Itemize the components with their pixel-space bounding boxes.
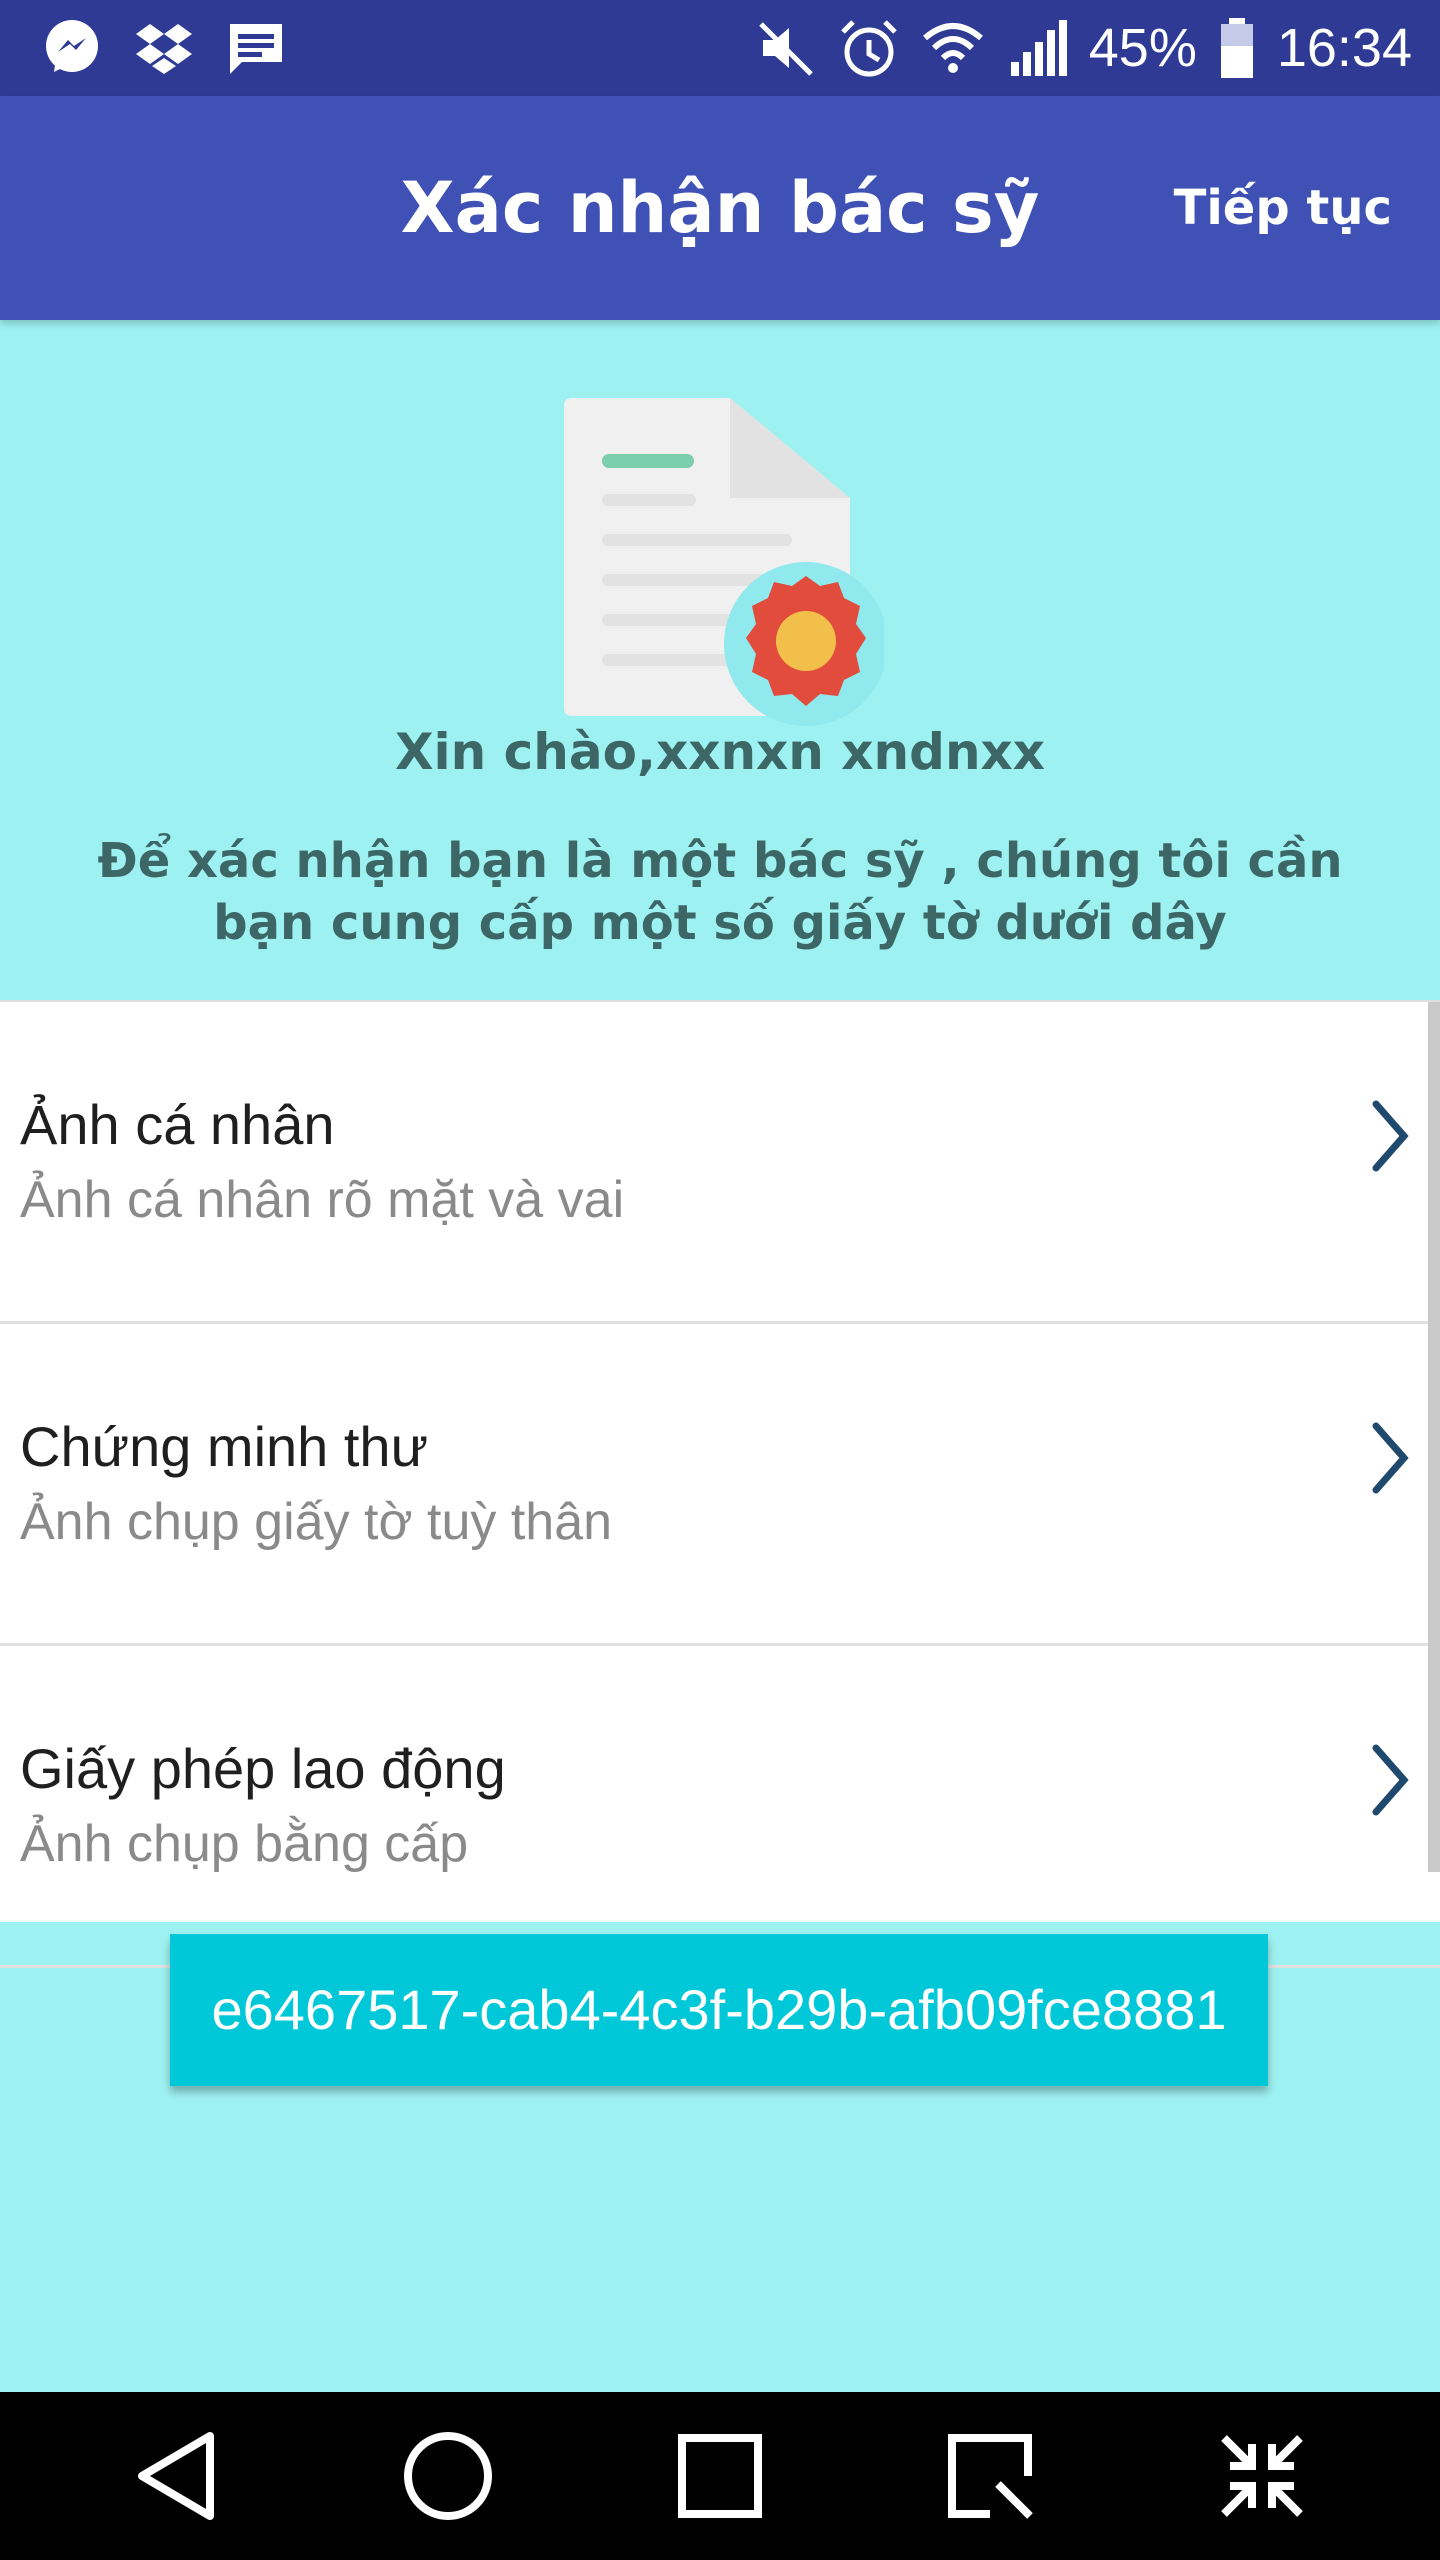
status-bar: 45% 16:34	[0, 0, 1440, 96]
signal-icon	[1010, 20, 1067, 76]
chevron-right-icon	[1372, 1744, 1409, 1816]
notification-icons	[40, 16, 288, 80]
item-title: Ảnh cá nhân	[20, 1093, 335, 1156]
app-toolbar: Xác nhận bác sỹ Tiếp tục	[0, 96, 1440, 320]
item-subtitle: Ảnh chụp bằng cấp	[20, 1815, 469, 1873]
intro-section: Xin chào,xxnxn xndnxx Để xác nhận bạn là…	[0, 320, 1440, 1000]
battery-percent: 45%	[1088, 18, 1197, 78]
item-subtitle: Ảnh cá nhân rõ mặt và vai	[20, 1171, 625, 1229]
item-title: Chứng minh thư	[20, 1415, 429, 1478]
list-scrollbar[interactable]	[1428, 1002, 1440, 1872]
system-icons: 45% 16:34	[753, 12, 1412, 84]
certificate-document-icon	[564, 398, 884, 726]
battery-icon	[1220, 18, 1253, 78]
list-item-work-permit[interactable]: Giấy phép lao động Ảnh chụp bằng cấp	[0, 1646, 1440, 1968]
item-title: Giấy phép lao động	[20, 1737, 506, 1800]
id-button[interactable]: e6467517-cab4-4c3f-b29b-afb09fce8881	[170, 1934, 1268, 2086]
document-list: Ảnh cá nhân Ảnh cá nhân rõ mặt và vai Ch…	[0, 1000, 1440, 1968]
clock: 16:34	[1276, 18, 1412, 78]
dropbox-icon	[136, 24, 192, 74]
mute-icon	[758, 22, 813, 76]
back-icon[interactable]	[128, 2426, 228, 2526]
wifi-icon	[922, 23, 983, 73]
list-item-id-card[interactable]: Chứng minh thư Ảnh chụp giấy tờ tuỳ thân	[0, 1324, 1440, 1646]
screen-capture-icon[interactable]	[940, 2426, 1040, 2526]
home-icon[interactable]	[398, 2426, 498, 2526]
collapse-icon[interactable]	[1212, 2426, 1312, 2526]
recents-icon[interactable]	[670, 2426, 770, 2526]
continue-button[interactable]: Tiếp tục	[1174, 178, 1392, 238]
messenger-icon	[46, 20, 98, 72]
instruction-text: Để xác nhận bạn là một bác sỹ , chúng tô…	[97, 833, 1343, 951]
list-item-personal-photo[interactable]: Ảnh cá nhân Ảnh cá nhân rõ mặt và vai	[0, 1002, 1440, 1324]
alarm-icon	[840, 20, 897, 77]
system-navigation-bar	[0, 2392, 1440, 2560]
item-subtitle: Ảnh chụp giấy tờ tuỳ thân	[20, 1493, 613, 1551]
greeting-text: Xin chào,xxnxn xndnxx	[394, 723, 1046, 781]
chevron-right-icon	[1372, 1422, 1409, 1494]
chevron-right-icon	[1372, 1100, 1409, 1172]
message-icon	[230, 24, 282, 74]
